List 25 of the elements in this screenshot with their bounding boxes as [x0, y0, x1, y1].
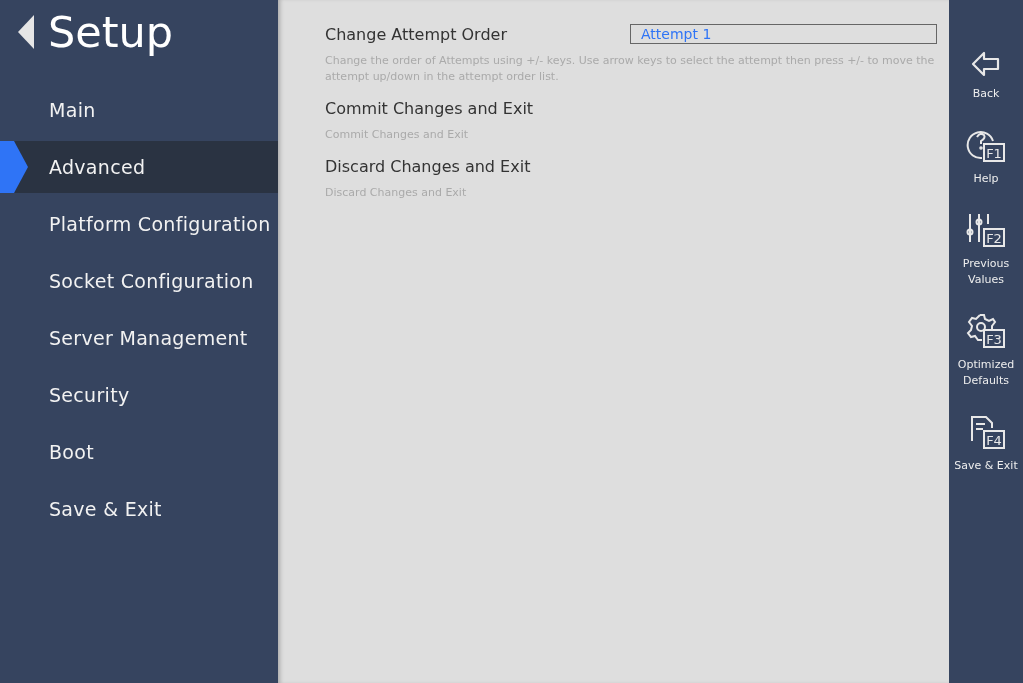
action-label: Optimized Defaults	[956, 357, 1016, 389]
action-label: Save & Exit	[954, 458, 1018, 474]
menu-item[interactable]: Platform Configuration	[0, 198, 278, 250]
action-button[interactable]: F4 Save & Exit	[949, 414, 1023, 474]
menu-item[interactable]: Socket Configuration	[0, 255, 278, 307]
back-arrow-icon	[971, 50, 1001, 78]
menu-item[interactable]: Boot	[0, 426, 278, 478]
menu-item[interactable]: Security	[0, 369, 278, 421]
menu-item[interactable]: Advanced	[0, 141, 278, 193]
setting-label[interactable]: Discard Changes and Exit	[325, 157, 531, 176]
action-button[interactable]: F2 Previous Values	[949, 212, 1023, 288]
action-label: Help	[973, 171, 999, 187]
action-button[interactable]: Back	[949, 50, 1023, 102]
page-title: Setup	[48, 7, 174, 57]
menu-item[interactable]: Server Management	[0, 312, 278, 364]
action-label: Previous Values	[961, 256, 1011, 288]
selection-pointer-icon	[0, 141, 28, 193]
setting-label[interactable]: Commit Changes and Exit	[325, 99, 534, 118]
action-label: Back	[972, 86, 1000, 102]
back-arrow-icon[interactable]	[16, 15, 34, 49]
setting-label[interactable]: Change Attempt Order	[325, 24, 507, 44]
action-button[interactable]: F3 Optimized Defaults	[949, 313, 1023, 389]
action-button[interactable]: F1 Help	[949, 127, 1023, 187]
menu-item[interactable]: Save & Exit	[0, 483, 278, 535]
menu-item[interactable]: Main	[0, 84, 278, 136]
